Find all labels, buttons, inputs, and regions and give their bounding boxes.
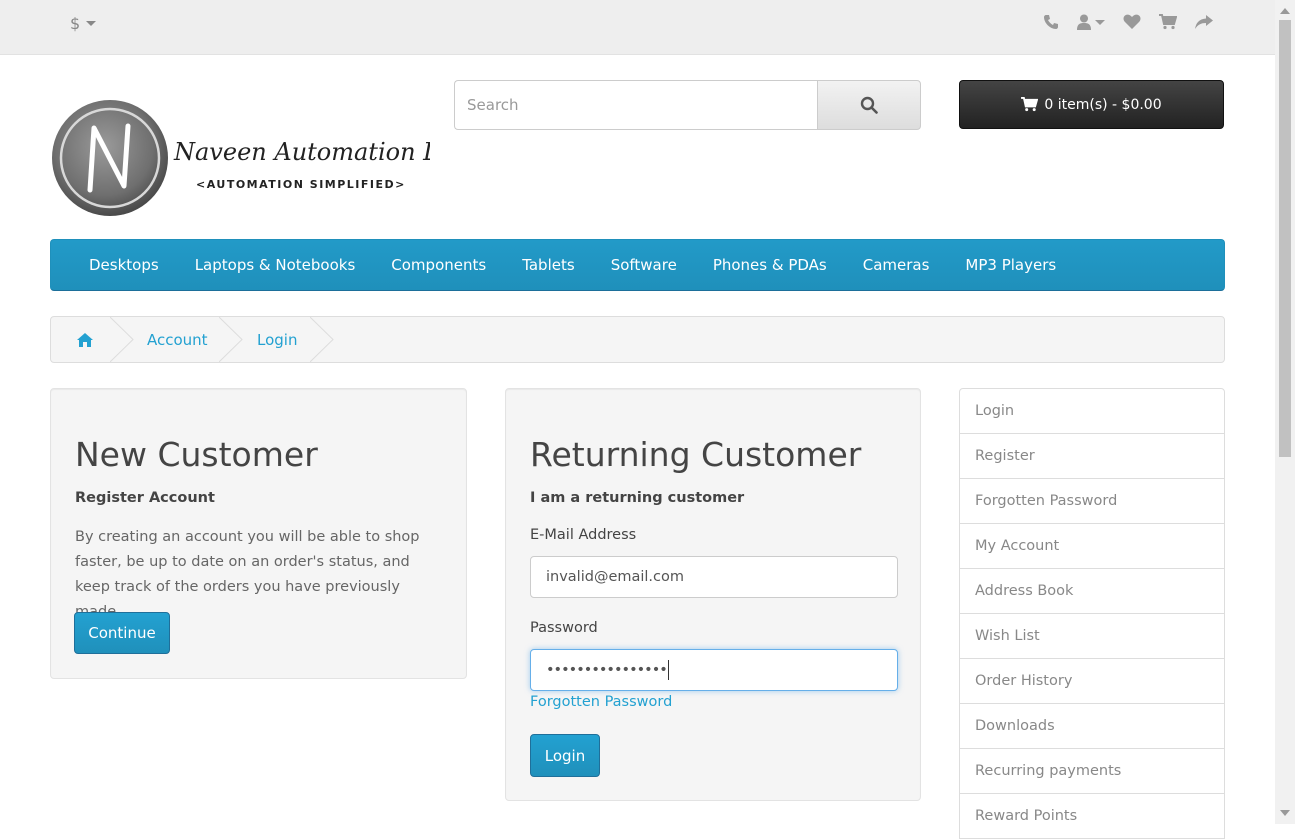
menu-item-components[interactable]: Components xyxy=(373,256,504,274)
account-dropdown[interactable] xyxy=(1077,14,1105,30)
cart-total: 0 item(s) - $0.00 xyxy=(1044,96,1162,113)
login-button[interactable]: Login xyxy=(530,734,600,777)
scroll-down-arrow-icon[interactable] xyxy=(1280,810,1290,816)
shopping-cart-icon[interactable] xyxy=(1159,14,1177,30)
breadcrumb-login[interactable]: Login xyxy=(257,317,297,362)
new-customer-title: New Customer xyxy=(75,435,318,474)
menu-item-tablets[interactable]: Tablets xyxy=(504,256,593,274)
home-icon[interactable] xyxy=(77,317,93,362)
search-icon xyxy=(860,96,878,114)
share-icon[interactable] xyxy=(1195,14,1213,30)
vertical-scrollbar[interactable] xyxy=(1275,0,1295,824)
password-label: Password xyxy=(530,620,598,636)
new-customer-panel: New Customer Register Account By creatin… xyxy=(50,388,467,679)
password-value: •••••••••••••••• xyxy=(546,662,668,678)
list-item-order-history[interactable]: Order History xyxy=(959,658,1225,704)
email-field[interactable]: invalid@email.com xyxy=(530,556,898,598)
menu-item-mp3-players[interactable]: MP3 Players xyxy=(947,256,1074,274)
email-label: E-Mail Address xyxy=(530,527,637,543)
returning-customer-title: Returning Customer xyxy=(530,435,862,474)
menu-item-cameras[interactable]: Cameras xyxy=(845,256,948,274)
currency-symbol: $ xyxy=(70,14,81,33)
returning-customer-subtitle: I am a returning customer xyxy=(530,490,745,506)
list-item-register[interactable]: Register xyxy=(959,433,1225,479)
heart-icon[interactable] xyxy=(1123,14,1141,30)
search-input[interactable] xyxy=(454,80,817,130)
continue-button[interactable]: Continue xyxy=(74,612,170,654)
menu-item-phones[interactable]: Phones & PDAs xyxy=(695,256,845,274)
email-value: invalid@email.com xyxy=(546,569,685,585)
scrollbar-thumb[interactable] xyxy=(1279,20,1291,457)
breadcrumb-separator xyxy=(110,317,134,362)
breadcrumb-account[interactable]: Account xyxy=(147,317,208,362)
breadcrumb-separator xyxy=(310,317,334,362)
phone-icon[interactable] xyxy=(1043,14,1059,30)
menu-item-software[interactable]: Software xyxy=(593,256,695,274)
forgotten-password-link[interactable]: Forgotten Password xyxy=(530,694,672,710)
cart-button[interactable]: 0 item(s) - $0.00 xyxy=(959,80,1224,129)
user-icon xyxy=(1077,14,1091,30)
menu-item-desktops[interactable]: Desktops xyxy=(71,256,177,274)
text-cursor xyxy=(667,660,669,680)
search-bar xyxy=(454,80,921,130)
caret-down-icon xyxy=(1095,19,1105,25)
list-item-wish-list[interactable]: Wish List xyxy=(959,613,1225,659)
top-bar: $ xyxy=(0,0,1275,55)
list-item-reward-points[interactable]: Reward Points xyxy=(959,793,1225,839)
breadcrumb: Account Login xyxy=(50,316,1225,363)
breadcrumb-separator xyxy=(219,317,243,362)
shopping-cart-icon xyxy=(1021,97,1039,112)
register-account-subtitle: Register Account xyxy=(75,490,215,506)
logo-text: Naveen Automation Labs xyxy=(173,138,430,166)
logo-tagline: <AUTOMATION SIMPLIFIED> xyxy=(196,178,406,191)
list-item-recurring-payments[interactable]: Recurring payments xyxy=(959,748,1225,794)
list-item-address-book[interactable]: Address Book xyxy=(959,568,1225,614)
password-field[interactable]: •••••••••••••••• xyxy=(530,649,898,691)
returning-customer-panel: Returning Customer I am a returning cust… xyxy=(505,388,921,801)
main-menu: Desktops Laptops & Notebooks Components … xyxy=(50,239,1225,291)
logo[interactable]: Naveen Automation Labs <AUTOMATION SIMPL… xyxy=(50,98,481,220)
search-button[interactable] xyxy=(817,80,921,130)
list-item-login[interactable]: Login xyxy=(959,388,1225,434)
new-customer-description: By creating an account you will be able … xyxy=(75,529,420,620)
top-links xyxy=(1043,14,1213,30)
scroll-up-arrow-icon[interactable] xyxy=(1280,8,1290,14)
caret-down-icon xyxy=(86,21,97,26)
account-links-list: Login Register Forgotten Password My Acc… xyxy=(959,388,1225,839)
list-item-my-account[interactable]: My Account xyxy=(959,523,1225,569)
currency-dropdown[interactable]: $ xyxy=(70,14,97,33)
list-item-downloads[interactable]: Downloads xyxy=(959,703,1225,749)
list-item-forgotten-password[interactable]: Forgotten Password xyxy=(959,478,1225,524)
menu-item-laptops[interactable]: Laptops & Notebooks xyxy=(177,256,374,274)
